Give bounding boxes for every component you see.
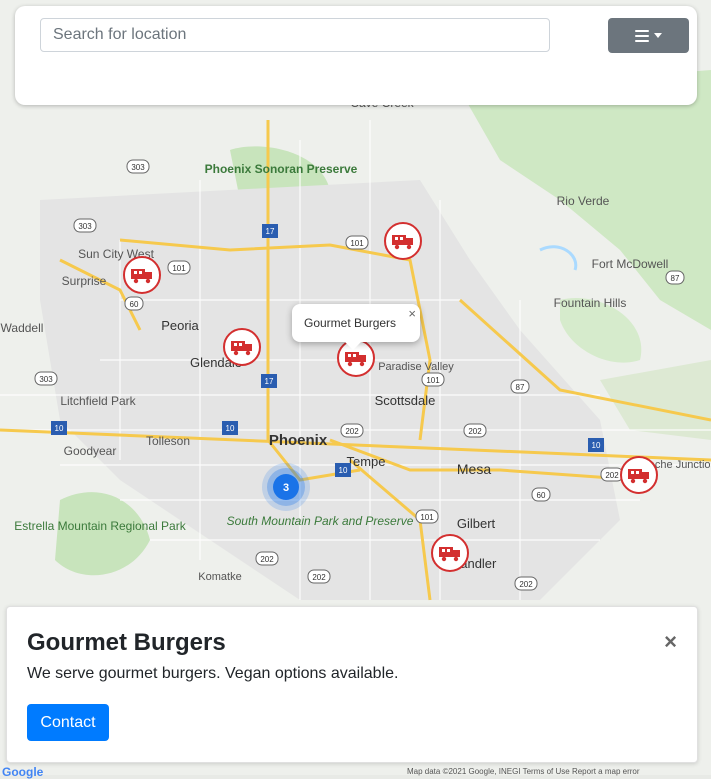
svg-text:303: 303 (131, 163, 145, 172)
map-label: Rio Verde (557, 194, 610, 208)
map-label: Scottsdale (375, 393, 436, 408)
food-truck-marker[interactable] (431, 534, 469, 572)
map-label: Surprise (62, 274, 107, 288)
route-shield: 202 (255, 551, 279, 566)
map-label: Gilbert (457, 516, 496, 531)
detail-description: We serve gourmet burgers. Vegan options … (27, 665, 399, 682)
map-label: Phoenix (269, 432, 328, 449)
route-shield: 60 (531, 487, 551, 502)
svg-text:17: 17 (266, 227, 275, 236)
svg-text:10: 10 (226, 424, 235, 433)
route-shield: 87 (510, 379, 530, 394)
route-shield: 202 (340, 423, 364, 438)
food-truck-marker[interactable] (123, 256, 161, 294)
svg-text:101: 101 (426, 376, 440, 385)
svg-text:10: 10 (339, 466, 348, 475)
svg-text:87: 87 (671, 274, 680, 283)
svg-text:60: 60 (537, 491, 546, 500)
route-shield: 10 (335, 463, 351, 477)
top-bar (15, 6, 697, 105)
route-shield: 202 (307, 569, 331, 584)
svg-text:17: 17 (265, 377, 274, 386)
svg-text:303: 303 (78, 222, 92, 231)
detail-panel: Gourmet Burgers × We serve gourmet burge… (6, 606, 698, 763)
route-shield: 202 (600, 467, 624, 482)
svg-text:10: 10 (55, 424, 64, 433)
svg-text:202: 202 (468, 427, 482, 436)
menu-button[interactable] (608, 18, 689, 53)
map-label: Komatke (198, 571, 241, 583)
popup-close-button[interactable]: × (408, 306, 416, 321)
svg-text:202: 202 (345, 427, 359, 436)
marker-cluster[interactable]: 3 (262, 463, 310, 511)
map-label: Mesa (457, 461, 491, 477)
route-shield: 10 (588, 438, 604, 452)
svg-text:101: 101 (172, 264, 186, 273)
svg-text:202: 202 (312, 573, 326, 582)
google-logo: Google (2, 765, 44, 779)
route-shield: 101 (345, 235, 369, 250)
svg-text:10: 10 (592, 441, 601, 450)
route-shield: 87 (665, 270, 685, 285)
map-label: Estrella Mountain Regional Park (14, 519, 186, 533)
caret-down-icon (654, 33, 662, 38)
map-label: Litchfield Park (60, 394, 136, 408)
info-popup: Gourmet Burgers × (292, 304, 420, 350)
map-label: Paradise Valley (378, 361, 454, 373)
svg-text:202: 202 (605, 471, 619, 480)
bars-icon (635, 29, 649, 42)
svg-text:101: 101 (350, 239, 364, 248)
route-shield: 60 (124, 296, 144, 311)
detail-title: Gourmet Burgers (27, 629, 226, 656)
map-label: Fountain Hills (554, 296, 627, 310)
route-shield: 17 (261, 374, 277, 388)
map-label: Peoria (161, 318, 199, 333)
route-shield: 101 (415, 509, 439, 524)
route-shield: 202 (514, 576, 538, 591)
food-truck-marker[interactable] (223, 328, 261, 366)
route-shield: 10 (222, 421, 238, 435)
svg-text:60: 60 (130, 300, 139, 309)
map-label: Tempe (346, 454, 385, 469)
map-label: Goodyear (64, 444, 117, 458)
food-truck-marker[interactable] (620, 456, 658, 494)
food-truck-marker[interactable] (384, 222, 422, 260)
route-shield: 101 (421, 372, 445, 387)
contact-button[interactable]: Contact (27, 704, 109, 741)
detail-close-button[interactable]: × (664, 629, 677, 655)
map-label: Waddell (1, 321, 44, 335)
route-shield: 17 (262, 224, 278, 238)
cluster-count: 3 (283, 482, 289, 494)
route-shield: 303 (126, 159, 150, 174)
map-label: Phoenix Sonoran Preserve (205, 162, 358, 176)
route-shield: 303 (73, 218, 97, 233)
route-shield: 202 (463, 423, 487, 438)
svg-text:303: 303 (39, 375, 53, 384)
svg-text:87: 87 (516, 383, 525, 392)
popup-title: Gourmet Burgers (304, 316, 397, 330)
route-shield: 101 (167, 260, 191, 275)
search-input[interactable] (40, 18, 550, 52)
route-shield: 303 (34, 371, 58, 386)
route-shield: 10 (51, 421, 67, 435)
svg-text:202: 202 (519, 580, 533, 589)
map-label: Fort McDowell (592, 257, 669, 271)
map-label: South Mountain Park and Preserve (227, 514, 414, 528)
svg-text:202: 202 (260, 555, 274, 564)
map-label: Tolleson (146, 434, 190, 448)
svg-text:101: 101 (420, 513, 434, 522)
